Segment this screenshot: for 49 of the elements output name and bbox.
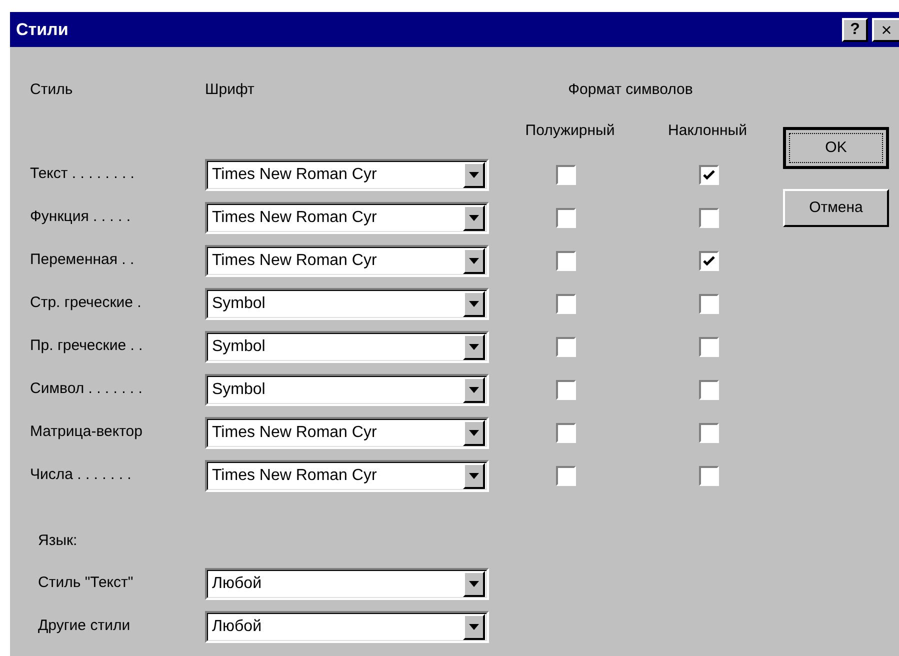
font-dropdown[interactable]: Times New Roman Cyr (205, 202, 489, 234)
language-style-label: Стиль "Текст" (37, 573, 134, 594)
checkbox[interactable] (699, 294, 719, 314)
font-dropdown[interactable]: Symbol (205, 330, 489, 362)
checkbox[interactable] (556, 380, 576, 400)
style-label: Пр. греческие . . (29, 336, 144, 356)
column-header: Полужирный (524, 120, 616, 141)
checkmark-icon (703, 256, 715, 266)
checkbox[interactable] (556, 250, 576, 270)
font-dropdown[interactable]: Symbol (205, 288, 489, 320)
column-header: Наклонный (667, 120, 748, 141)
style-label: Переменная . . (29, 250, 136, 270)
checkbox[interactable] (556, 336, 576, 356)
close-button[interactable]: × (872, 18, 899, 42)
language-style-label: Другие стили (37, 616, 132, 636)
checkmark-icon (703, 170, 715, 180)
font-dropdown[interactable]: Times New Roman Cyr (205, 158, 489, 190)
style-label: Числа . . . . . . . (29, 465, 132, 486)
font-dropdown[interactable]: Любой (205, 568, 489, 600)
font-dropdown[interactable]: Times New Roman Cyr (205, 416, 489, 448)
style-label: Символ . . . . . . . (29, 379, 144, 400)
checkbox[interactable] (699, 466, 719, 486)
cancel-button[interactable]: Отмена (783, 189, 889, 227)
style-label: Текст . . . . . . . . (29, 164, 136, 184)
font-dropdown[interactable]: Любой (205, 610, 489, 642)
style-label: Матрица-вектор (29, 422, 144, 442)
style-label: Функция . . . . . (29, 207, 132, 228)
font-dropdown[interactable]: Symbol (205, 374, 489, 406)
checkbox[interactable] (556, 208, 576, 228)
checkbox[interactable] (699, 336, 719, 356)
window-title: Стили (16, 18, 68, 41)
checkbox[interactable] (699, 164, 719, 184)
group-header: Формат символов (567, 80, 694, 100)
checkbox[interactable] (556, 422, 576, 442)
column-header: Шрифт (205, 80, 256, 100)
ok-button[interactable]: OK (783, 127, 889, 169)
help-button[interactable]: ? (842, 18, 868, 42)
font-dropdown[interactable]: Times New Roman Cyr (205, 244, 489, 276)
checkbox[interactable] (556, 466, 576, 486)
checkbox[interactable] (699, 422, 719, 442)
checkbox[interactable] (699, 380, 719, 400)
style-label: Стр. греческие . (29, 293, 142, 314)
checkbox[interactable] (699, 208, 719, 228)
column-header: Стиль (29, 80, 74, 100)
checkbox[interactable] (699, 250, 719, 270)
font-dropdown[interactable]: Times New Roman Cyr (205, 460, 489, 492)
checkbox[interactable] (556, 294, 576, 314)
checkbox[interactable] (556, 164, 576, 184)
language-label: Язык: (38, 530, 78, 551)
